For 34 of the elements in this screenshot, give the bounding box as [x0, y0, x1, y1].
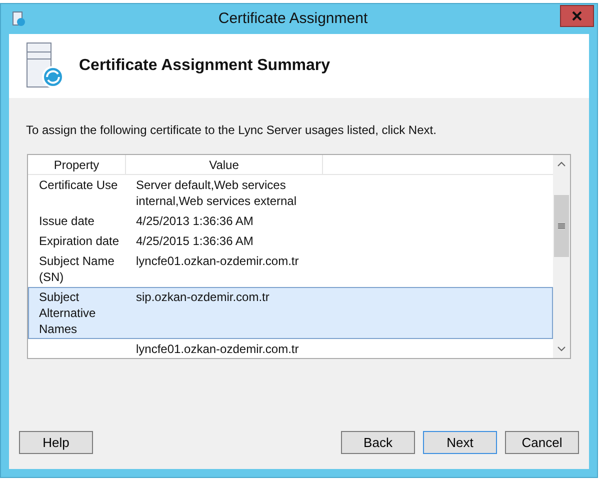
instruction-text: To assign the following certificate to the Lync Server usages listed, click Next. [26, 122, 438, 139]
table-cell: Expiration date [39, 234, 120, 248]
column-header[interactable]: Property [28, 155, 126, 174]
table-row[interactable]: Expiration date 4/25/2015 1:36:36 AM [28, 231, 553, 251]
table-row[interactable]: Subject Alternative Names sip.ozkan-ozdemir.com.tr [28, 287, 553, 339]
table-cell: lyncfe01.ozkan-ozdemir.com.tr [136, 342, 299, 356]
dialog-button[interactable]: Back [341, 431, 415, 454]
app-icon [12, 11, 26, 27]
column-header[interactable]: Value [126, 155, 323, 174]
window-title: Certificate Assignment [217, 8, 369, 29]
table-cell: Subject Alternative Names [39, 290, 96, 336]
grip-icon [558, 223, 565, 229]
dialog-button[interactable]: Next [423, 431, 497, 454]
table-cell: Certificate Use [39, 178, 118, 192]
table-cell: 4/25/2015 1:36:36 AM [136, 234, 254, 248]
table-row[interactable]: Certificate Use Server default,Web services internal,Web services external [28, 175, 553, 211]
table-cell: Subject Name (SN) [39, 254, 114, 284]
close-button[interactable] [560, 5, 594, 27]
close-icon [572, 11, 582, 21]
scroll-down-icon [557, 346, 566, 352]
table-row[interactable]: Subject Name (SN) lyncfe01.ozkan-ozdemir.com.tr [28, 251, 553, 287]
scrollbar[interactable] [553, 155, 570, 358]
table-cell: Issue date [39, 214, 94, 228]
scroll-up-icon [557, 161, 566, 167]
table-row[interactable]: lyncfe01.ozkan-ozdemir.com.tr [28, 339, 553, 358]
table-cell: sip.ozkan-ozdemir.com.tr [136, 290, 270, 304]
table-cell: Server default,Web services internal,Web services external [136, 178, 297, 208]
scroll-thumb[interactable] [554, 195, 569, 257]
header-title: Certificate Assignment Summary [79, 56, 330, 76]
table-cell: lyncfe01.ozkan-ozdemir.com.tr [136, 254, 299, 268]
table-row[interactable]: Issue date 4/25/2013 1:36:36 AM [28, 211, 553, 231]
dialog-button[interactable]: Help [19, 431, 93, 454]
table-cell: 4/25/2013 1:36:36 AM [136, 214, 254, 228]
dialog-button[interactable]: Cancel [505, 431, 579, 454]
